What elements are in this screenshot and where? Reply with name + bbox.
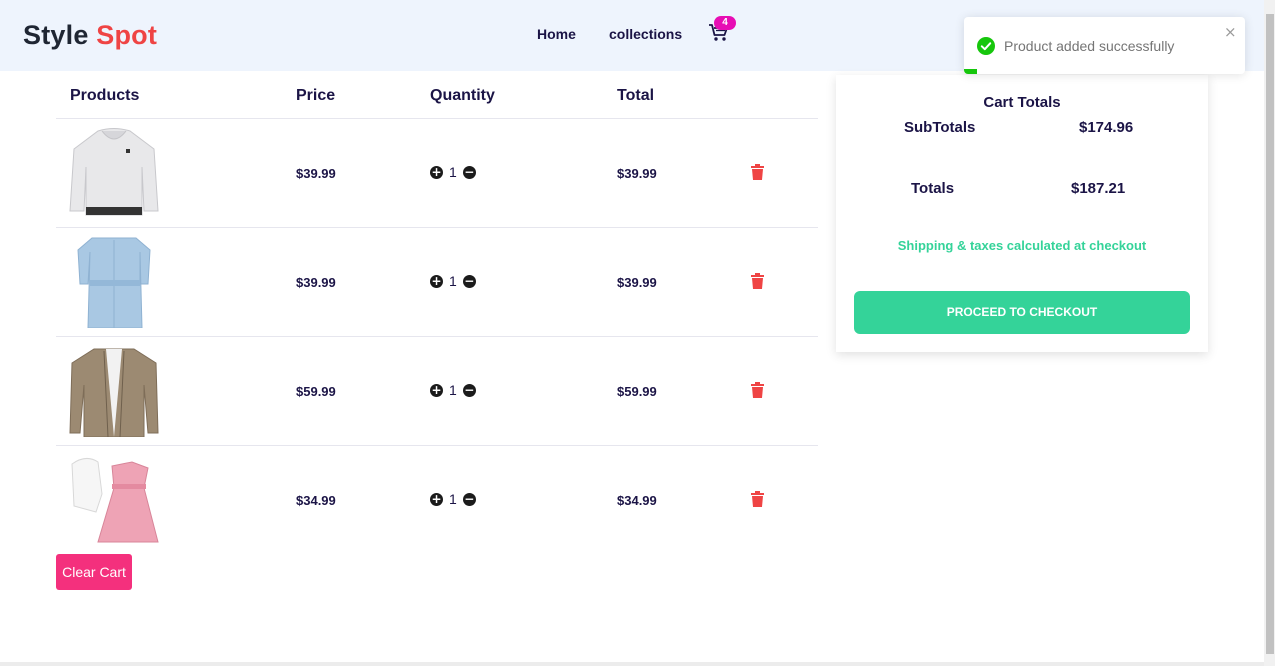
- quantity-value: 1: [449, 382, 457, 398]
- toast-progress-bar: [964, 69, 977, 74]
- product-image-suede-jacket: [69, 348, 159, 437]
- trash-icon[interactable]: [751, 491, 764, 507]
- column-header-total: Total: [617, 87, 655, 104]
- item-price: $59.99: [296, 384, 336, 399]
- bottom-edge: [0, 662, 1264, 666]
- nav-collections-link[interactable]: collections: [609, 26, 682, 42]
- plus-circle-icon[interactable]: +: [430, 274, 443, 288]
- quantity-stepper: + 1 −: [430, 164, 476, 180]
- quantity-value: 1: [449, 491, 457, 507]
- item-total: $39.99: [617, 166, 657, 181]
- cart-row: $59.99 + 1 − $59.99: [56, 337, 818, 445]
- proceed-to-checkout-button[interactable]: PROCEED TO CHECKOUT: [854, 291, 1190, 334]
- quantity-value: 1: [449, 273, 457, 289]
- cart-count-badge: 4: [714, 16, 736, 30]
- subtotal-value: $174.96: [1079, 119, 1134, 136]
- minus-circle-icon[interactable]: −: [462, 383, 476, 397]
- logo-part-2: Spot: [96, 20, 158, 50]
- cart-row: $34.99 + 1 − $34.99: [56, 446, 818, 554]
- subtotal-label: SubTotals: [904, 119, 976, 136]
- cart-row: $39.99 + 1 − $39.99: [56, 119, 818, 227]
- minus-circle-icon[interactable]: −: [462, 165, 476, 179]
- check-circle-icon: [977, 37, 995, 55]
- cart-row: $39.99 + 1 − $39.99: [56, 228, 818, 336]
- total-value: $187.21: [1071, 180, 1126, 197]
- product-image-white-hoodie: [69, 128, 159, 216]
- toast-notification: Product added successfully ×: [964, 17, 1245, 74]
- close-icon[interactable]: ×: [1224, 23, 1237, 41]
- clear-cart-button[interactable]: Clear Cart: [56, 554, 132, 590]
- toast-message: Product added successfully: [1004, 38, 1175, 54]
- nav-home-link[interactable]: Home: [537, 26, 576, 42]
- quantity-value: 1: [449, 164, 457, 180]
- product-image-denim-shirt-dress: [77, 237, 151, 328]
- minus-circle-icon[interactable]: −: [462, 492, 476, 506]
- product-image-pink-dress-with-cardigan: [71, 458, 159, 543]
- minus-circle-icon[interactable]: −: [462, 274, 476, 288]
- trash-icon[interactable]: [751, 164, 764, 180]
- quantity-stepper: + 1 −: [430, 491, 476, 507]
- item-price: $34.99: [296, 493, 336, 508]
- plus-circle-icon[interactable]: +: [430, 383, 443, 397]
- logo-part-1: Style: [23, 20, 89, 50]
- cart-totals-title: Cart Totals: [983, 94, 1061, 111]
- trash-icon[interactable]: [751, 382, 764, 398]
- item-total: $34.99: [617, 493, 657, 508]
- column-header-price: Price: [296, 87, 336, 104]
- vertical-scrollbar-thumb[interactable]: [1266, 14, 1274, 654]
- item-price: $39.99: [296, 275, 336, 290]
- shipping-note: Shipping & taxes calculated at checkout: [897, 238, 1147, 253]
- site-logo[interactable]: Style Spot: [23, 20, 157, 51]
- quantity-stepper: + 1 −: [430, 382, 476, 398]
- item-price: $39.99: [296, 166, 336, 181]
- total-label: Totals: [911, 180, 955, 197]
- quantity-stepper: + 1 −: [430, 273, 476, 289]
- cart-totals-card: Cart Totals SubTotals $174.96 Totals $18…: [836, 75, 1208, 352]
- item-total: $59.99: [617, 384, 657, 399]
- item-total: $39.99: [617, 275, 657, 290]
- column-header-quantity: Quantity: [430, 87, 495, 104]
- column-header-products: Products: [70, 87, 140, 104]
- plus-circle-icon[interactable]: +: [430, 492, 443, 506]
- plus-circle-icon[interactable]: +: [430, 165, 443, 179]
- trash-icon[interactable]: [751, 273, 764, 289]
